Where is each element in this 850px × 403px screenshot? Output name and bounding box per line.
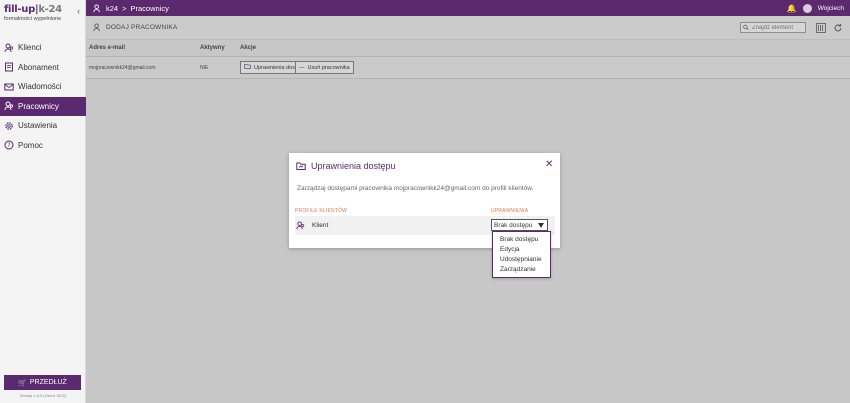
sidebar-item-ustawienia[interactable]: Ustawienia	[0, 116, 86, 136]
option-manage[interactable]: Zarządzanie	[493, 265, 550, 275]
cart-icon: 🛒	[18, 379, 27, 387]
caret-down-icon	[538, 223, 544, 228]
search-box	[740, 22, 806, 33]
sidebar-item-label: Abonament	[18, 62, 59, 72]
sidebar-item-pomoc[interactable]: ? Pomoc	[0, 136, 86, 156]
employees-table: Adres e-mail Aktywny Akcje mojpracownikk…	[86, 40, 850, 79]
sidebar-item-pracownicy[interactable]: Pracownicy	[0, 96, 86, 116]
option-edit[interactable]: Edycja	[493, 245, 550, 255]
sidebar: fill-up|k-24 formalności wypełnione ‹ Kl…	[0, 0, 86, 403]
remove-employee-button[interactable]: — Usuń pracownika	[295, 61, 354, 74]
users-icon	[296, 221, 305, 230]
app-version: Wersja 1.6.9 (Client 1502)	[19, 393, 67, 398]
sidebar-item-label: Wiadomości	[18, 82, 62, 92]
option-no-access[interactable]: Brak dostępu	[493, 235, 550, 245]
table-header: Adres e-mail Aktywny Akcje	[86, 40, 850, 56]
header-active[interactable]: Aktywny	[200, 45, 225, 51]
profile-name: Klient	[312, 222, 329, 229]
add-employee-label: DODAJ PRACOWNIKA	[106, 24, 178, 31]
employees-icon	[93, 3, 100, 12]
svg-text:?: ?	[7, 142, 10, 149]
row-email: mojpracownikk24@gmail.com	[89, 64, 156, 71]
refresh-icon[interactable]	[833, 23, 843, 33]
header-actions: Akcje	[240, 45, 257, 51]
logo-text: fill-up|k-24	[4, 4, 82, 15]
minus-icon: —	[299, 64, 305, 71]
table-row[interactable]: mojpracownikk24@gmail.com NIE Uprawnieni…	[86, 56, 850, 79]
add-employee-button[interactable]: DODAJ PRACOWNIKA	[86, 23, 177, 32]
breadcrumb-root[interactable]: k24	[106, 4, 118, 13]
sidebar-item-label: Pracownicy	[18, 101, 59, 111]
remove-employee-label: Usuń pracownika	[307, 64, 350, 71]
collapse-sidebar-icon[interactable]: ‹	[77, 6, 80, 16]
dialog-description: Zarządzaj dostępami pracownika mojpracow…	[297, 185, 534, 192]
users-icon	[4, 43, 14, 53]
document-icon	[4, 62, 14, 72]
search-input[interactable]	[749, 24, 805, 31]
breadcrumb-separator: >	[122, 3, 127, 13]
extend-subscription-button[interactable]: 🛒 PRZEDŁUŻ	[4, 375, 81, 390]
sidebar-nav: Klienci Abonament Wiadomości Pracownicy …	[0, 38, 86, 155]
profiles-column-label: PROFILE KLIENTÓW	[295, 208, 348, 214]
permission-select[interactable]: Brak dostępu	[491, 219, 548, 231]
dialog-title: Uprawnienia dostępu	[296, 161, 396, 171]
logo-brand-a: fill-up	[4, 4, 35, 15]
close-icon[interactable]: ✕	[545, 160, 553, 170]
sidebar-item-label: Klienci	[18, 43, 42, 53]
row-active: NIE	[200, 64, 209, 71]
top-right: 🔔 Wojciech	[787, 3, 850, 13]
top-bar: k24 > Pracownicy 🔔 Wojciech	[86, 0, 850, 16]
sidebar-item-abonament[interactable]: Abonament	[0, 58, 86, 78]
folder-lock-icon	[244, 63, 251, 72]
add-user-icon	[93, 23, 100, 32]
user-name[interactable]: Wojciech	[818, 5, 844, 12]
breadcrumb: k24 > Pracownicy	[86, 4, 169, 13]
extend-label: PRZEDŁUŻ	[29, 379, 67, 386]
sidebar-item-klienci[interactable]: Klienci	[0, 38, 86, 58]
bell-icon[interactable]: 🔔	[787, 4, 797, 13]
sidebar-item-label: Pomoc	[18, 140, 43, 150]
sidebar-item-label: Ustawienia	[18, 121, 58, 131]
avatar[interactable]	[802, 3, 812, 13]
breadcrumb-current: Pracownicy	[130, 3, 169, 13]
logo-brand-b: k-24	[38, 4, 62, 15]
gear-icon	[4, 121, 14, 131]
logo[interactable]: fill-up|k-24 formalności wypełnione	[4, 4, 82, 28]
permission-dropdown: Brak dostępu Edycja Udostępnianie Zarząd…	[492, 231, 551, 278]
barcode-icon[interactable]	[816, 22, 826, 33]
mail-icon	[4, 82, 14, 92]
toolbar: DODAJ PRACOWNIKA	[86, 16, 850, 40]
sidebar-item-wiadomosci[interactable]: Wiadomości	[0, 77, 86, 97]
folder-icon	[296, 162, 306, 170]
option-share[interactable]: Udostępnianie	[493, 255, 550, 265]
help-icon: ?	[4, 140, 14, 150]
logo-tagline: formalności wypełnione	[4, 16, 62, 22]
permissions-column-label: UPRAWNIENIA	[491, 208, 529, 214]
employees-icon	[4, 101, 14, 111]
dialog-title-text: Uprawnienia dostępu	[311, 161, 396, 171]
header-email[interactable]: Adres e-mail	[89, 45, 125, 51]
permission-selected-value: Brak dostępu	[494, 221, 533, 229]
